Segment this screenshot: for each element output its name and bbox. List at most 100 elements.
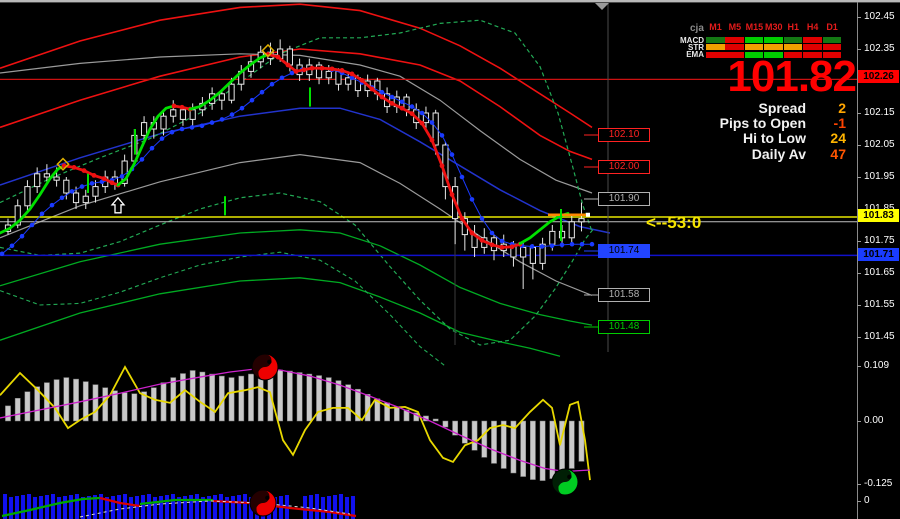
candle-body [520,246,527,258]
blue-ma-dot [479,216,485,221]
blue-ma-dot [529,244,535,249]
red-ma-dot [293,69,299,74]
bottom-histogram-bar [195,494,199,519]
blue-ma-dot [379,89,385,95]
histogram-bar [432,418,439,422]
green-band-2 [0,277,561,357]
bottom-histogram-bar [321,497,325,519]
histogram-bar [287,370,293,422]
histogram-bar [131,393,138,422]
candle-body [82,195,89,204]
blue-ma-dot [199,123,205,129]
red-ma-dot [275,54,281,60]
bottom-histogram-bar [243,494,247,519]
histogram-bar [102,387,109,422]
bottom-histogram-bar [309,495,313,519]
red-ma-dot [309,65,315,71]
candle-body [160,115,167,130]
chart-canvas[interactable] [0,0,900,519]
histogram-bar [461,420,468,444]
blue-ma-dot [69,189,75,194]
histogram-bar [14,398,21,422]
histogram-bar [248,373,254,422]
candle-body [286,48,293,66]
blue-ma-dot [259,89,265,95]
histogram-bar [92,384,99,422]
blue-ma-dot [239,105,245,111]
red-ma-dot [409,111,415,117]
red-ma-dot [429,137,435,143]
bottom-histogram-bar [9,497,13,519]
histogram-bar [530,420,536,480]
blue-ma-dot [139,157,145,162]
red-ma-dot [109,180,115,186]
blue-ma-smooth [0,107,611,234]
blue-ma-dot [79,184,85,189]
blue-ma-dot [179,126,185,132]
blue-ma-dot [59,195,65,201]
candle-body [529,246,536,264]
blue-ma-dot [439,133,445,138]
upper-red-band-2 [0,48,593,161]
red-ma-dot [81,168,87,174]
red-ma-dot [349,71,355,77]
red-ma-dot [171,103,177,109]
blue-ma-dot [249,97,255,103]
red-ma-dot [319,65,325,71]
blue-ma-dot [489,230,495,236]
candle-body [24,186,31,207]
bottom-histogram-bar [57,497,61,519]
candle-body [140,122,148,136]
red-ma-dot [459,216,465,222]
red-ma-dot [379,94,385,100]
histogram-bar [539,420,546,481]
bottom-histogram-bar [333,495,337,519]
histogram-bar [568,420,575,469]
blue-ma-dot [549,243,555,249]
histogram-bar [150,387,157,422]
red-ma-dot [329,66,335,72]
histogram-bar [335,380,342,422]
blue-ma-dot [189,125,195,130]
histogram-bar [520,420,527,477]
blue-ma-dot [229,112,235,117]
blue-ma-dot [559,242,565,248]
blue-ma-dot [419,110,425,116]
blue-ma-dot [169,129,175,135]
histogram-bar [238,375,245,422]
bottom-histogram-bar [237,495,241,519]
red-ma-dot [339,68,345,73]
candle-body [170,109,177,117]
blue-ma-dot [459,174,465,180]
candle-body [228,83,235,101]
blue-ma-dot [399,99,405,105]
bottom-histogram-bar [147,494,151,519]
trading-chart-window: cja M1 M5 M15 M30 H1 H4 D1 MACD STR EMA 101.82 S… [0,0,900,519]
bottom-histogram-bar [327,496,331,519]
red-ma-dot [285,62,291,68]
bottom-histogram-bar [27,494,31,519]
yin-yang-signal-icon [251,353,279,381]
bottom-histogram-bar [213,495,217,519]
scroll-arrow-icon [595,3,609,10]
red-ma-dot [479,237,485,243]
bottom-histogram-bar [51,494,55,519]
candle-body [568,221,575,239]
bottom-histogram-bar [225,497,229,519]
histogram-bar [199,371,206,422]
blue-ma-dot [209,120,215,125]
blue-ma-dot [219,117,225,122]
histogram-bar [277,369,284,422]
red-ma-dot [469,230,475,236]
candle-body [43,173,50,178]
histogram-bar [471,420,478,451]
histogram-bar [325,377,332,422]
candle-body [72,192,80,204]
bottom-histogram-bar [231,496,235,519]
bottom-histogram-bar [315,494,319,519]
histogram-bar [481,420,488,458]
candle-body [92,186,99,197]
blue-ma-dot [569,241,575,247]
red-ma-dot [419,120,425,126]
bottom-histogram-bar [15,496,19,519]
